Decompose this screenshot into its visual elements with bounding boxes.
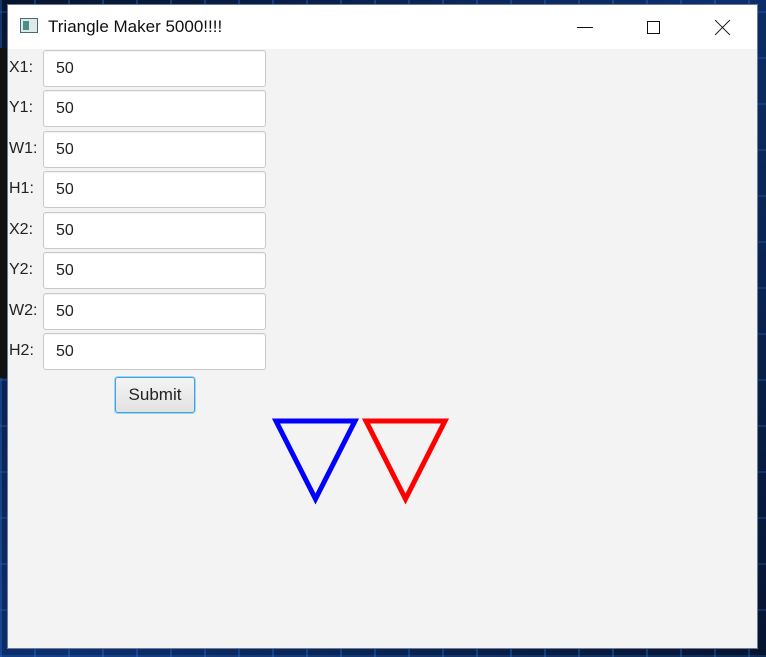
app-window: Triangle Maker 5000!!!! X1: Y1: W1: H1: … bbox=[7, 4, 758, 649]
close-button[interactable] bbox=[700, 5, 746, 49]
maximize-icon bbox=[646, 20, 660, 34]
app-icon bbox=[20, 18, 38, 33]
maximize-button[interactable] bbox=[630, 5, 676, 49]
close-icon bbox=[715, 19, 731, 35]
drawing-canvas bbox=[271, 418, 450, 505]
window-title: Triangle Maker 5000!!!! bbox=[48, 17, 223, 36]
red-triangle bbox=[361, 418, 450, 505]
minimize-icon bbox=[577, 26, 593, 28]
blue-triangle bbox=[271, 418, 360, 505]
title-bar[interactable]: Triangle Maker 5000!!!! bbox=[8, 5, 757, 49]
minimize-button[interactable] bbox=[562, 5, 608, 49]
